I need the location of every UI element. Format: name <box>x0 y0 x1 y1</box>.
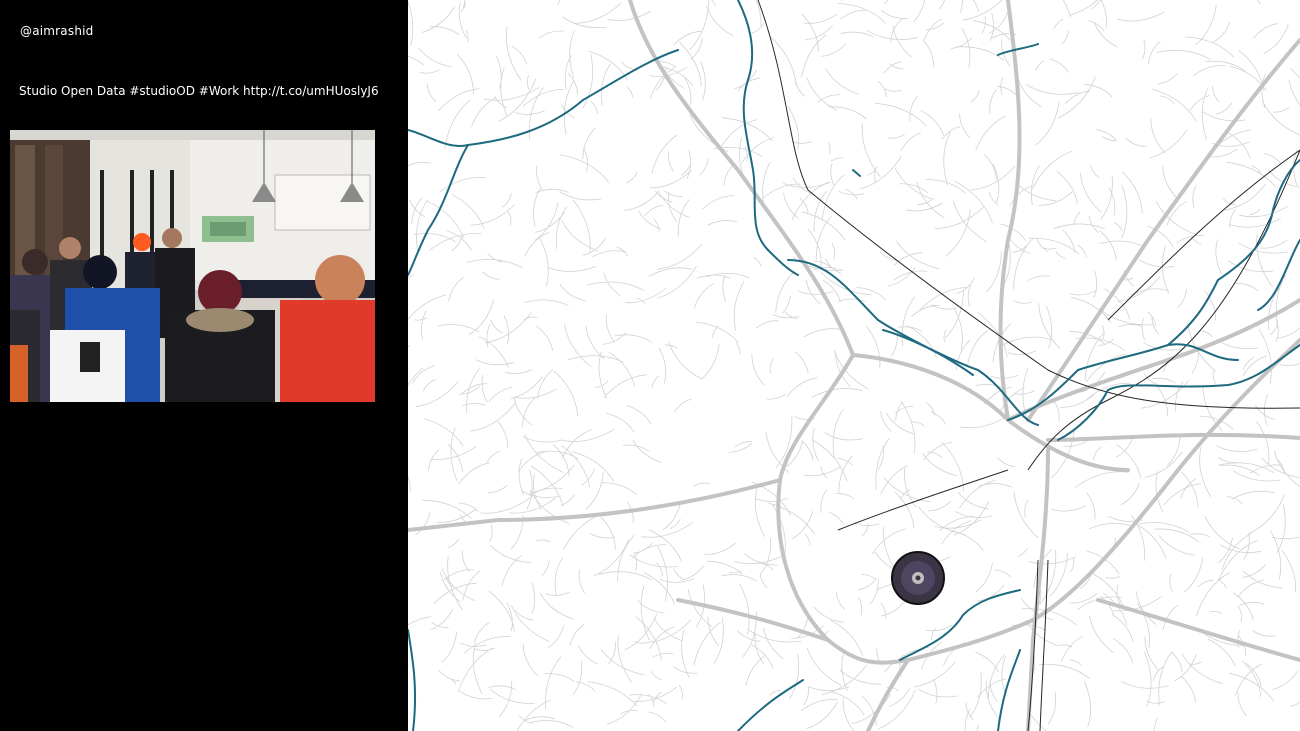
tweet-panel: @aimrashid Studio Open Data #studioOD #W… <box>0 0 408 731</box>
tweet-handle[interactable]: @aimrashid <box>20 24 93 38</box>
city-map[interactable] <box>408 0 1300 731</box>
tweet-text: Studio Open Data #studioOD #Work http://… <box>19 84 379 98</box>
tweet-photo[interactable] <box>10 130 375 402</box>
location-marker[interactable] <box>891 551 945 605</box>
